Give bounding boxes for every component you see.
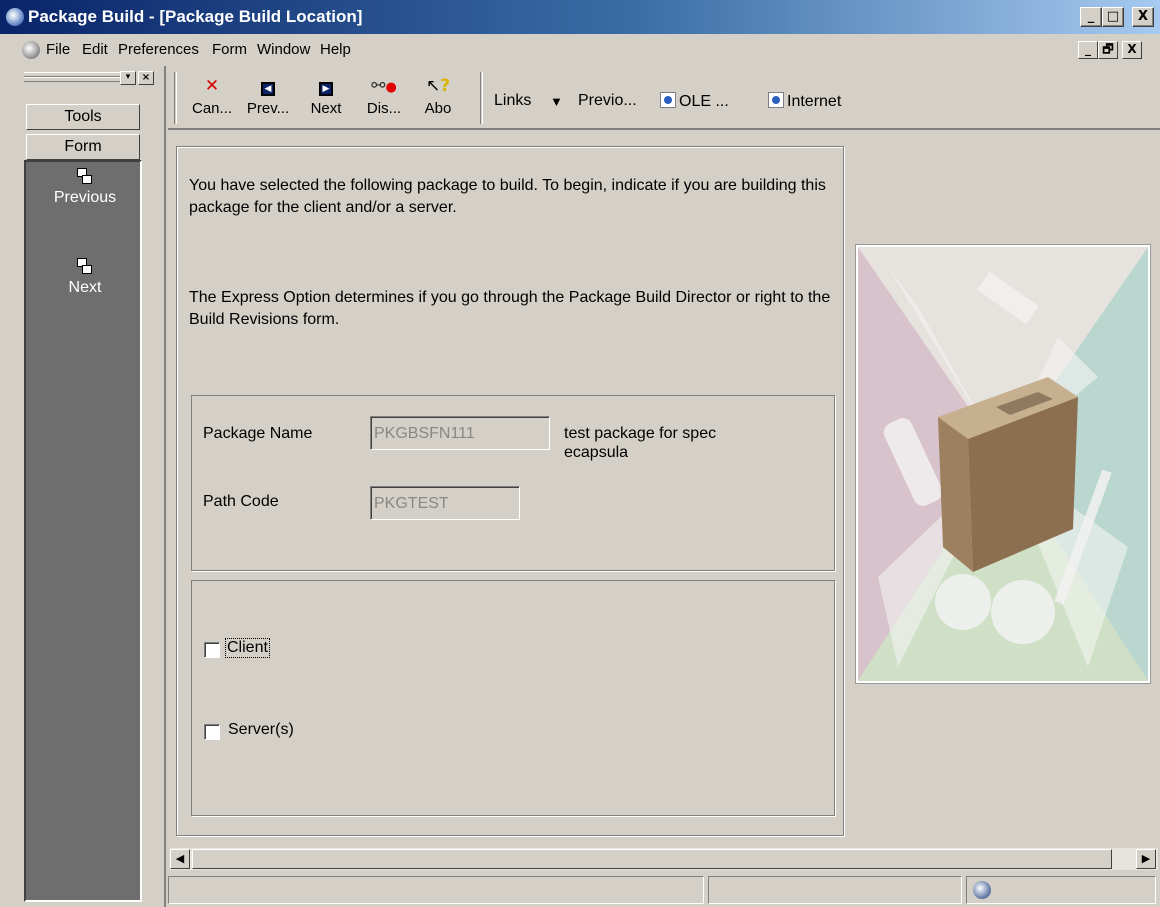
menu-window[interactable]: Window	[257, 41, 310, 58]
links-dropdown-arrow-icon[interactable]: ▼	[550, 94, 563, 109]
status-bar	[168, 872, 1160, 907]
mdi-restore-button[interactable]: 🗗	[1098, 41, 1118, 59]
window-title: Package Build - [Package Build Location]	[28, 7, 363, 26]
pane-close-button[interactable]: ×	[138, 71, 154, 85]
intro-text: You have selected the following package …	[189, 177, 826, 216]
package-name-field[interactable]: PKGBSFN111	[370, 416, 550, 450]
next-button[interactable]: ▶ Next	[296, 76, 356, 117]
client-label: Client	[225, 638, 270, 658]
mdi-minimize-button[interactable]: _	[1078, 41, 1098, 59]
internet-link-label: Internet	[787, 93, 842, 110]
form-button[interactable]: Form	[26, 134, 140, 160]
ole-link[interactable]: OLE ...	[660, 92, 729, 111]
status-panel-main	[168, 876, 704, 904]
about-label: Abo	[424, 100, 452, 117]
mdi-close-button[interactable]: X	[1122, 41, 1142, 59]
package-name-label: Package Name	[203, 425, 313, 442]
previo-link[interactable]: Previo...	[578, 92, 637, 110]
display-label: Dis...	[366, 100, 402, 117]
cancel-label: Can...	[191, 100, 233, 117]
ole-icon	[660, 92, 676, 108]
path-code-label: Path Code	[203, 493, 279, 510]
exit-next-label: Next	[68, 279, 102, 296]
app-globe-icon	[6, 8, 24, 26]
express-text: The Express Option determines if you go …	[189, 289, 831, 328]
system-menu-icon[interactable]	[22, 41, 40, 59]
menu-preferences[interactable]: Preferences	[118, 41, 199, 58]
scroll-right-button[interactable]: ▶	[1136, 849, 1156, 869]
tools-button[interactable]: Tools	[26, 104, 140, 130]
toolbar-grip	[174, 72, 177, 124]
package-info-group: Package Name PKGBSFN111 test package for…	[191, 395, 835, 571]
exit-previous-label: Previous	[53, 189, 117, 206]
previous-button[interactable]: ◀ Prev...	[238, 76, 298, 117]
previous-label: Prev...	[246, 100, 290, 117]
display-button[interactable]: ⚯● Dis...	[354, 76, 414, 117]
next-label: Next	[310, 100, 342, 117]
exit-next[interactable]: Next	[26, 258, 144, 297]
path-code-field[interactable]: PKGTEST	[370, 486, 520, 520]
package-illustration	[856, 245, 1150, 683]
pane-grip-2	[24, 77, 120, 82]
toolbar: ✕ Can... ◀ Prev... ▶ Next ⚯● Dis... ↖? A…	[168, 66, 1160, 130]
status-panel-2	[708, 876, 962, 904]
menu-bar: File Edit Preferences Form Window Help _…	[0, 36, 1160, 64]
horizontal-scrollbar[interactable]: ◀ ▶	[170, 848, 1158, 870]
about-icon: ↖?	[425, 76, 451, 96]
package-description: test package for spec ecapsula	[564, 425, 717, 461]
client-checkbox[interactable]	[204, 642, 220, 658]
pane-dropdown-button[interactable]: ▾	[120, 71, 136, 85]
title-bar: Package Build - [Package Build Location]…	[0, 0, 1160, 34]
cancel-button[interactable]: ✕ Can...	[182, 76, 242, 117]
internet-link[interactable]: Internet	[768, 92, 841, 111]
status-panel-3	[966, 876, 1156, 904]
package-box-image	[858, 247, 1148, 681]
exit-previous[interactable]: Previous	[26, 168, 144, 207]
cancel-icon: ✕	[204, 76, 220, 96]
close-button[interactable]: X	[1132, 7, 1154, 27]
menu-help[interactable]: Help	[320, 41, 351, 58]
server-label: Server(s)	[228, 721, 294, 738]
minimize-button[interactable]: _	[1080, 7, 1102, 27]
server-checkbox[interactable]	[204, 724, 220, 740]
maximize-button[interactable]: □	[1102, 7, 1124, 27]
links-label: Links	[494, 92, 532, 109]
previous-doc-icon	[77, 168, 93, 186]
next-icon: ▶	[296, 76, 356, 98]
status-globe-icon	[973, 881, 991, 899]
build-target-group: Client Server(s)	[191, 580, 835, 816]
ole-link-label: OLE ...	[679, 93, 729, 110]
internet-icon	[768, 92, 784, 108]
form-exits-panel: Previous Next	[24, 160, 142, 902]
menu-file[interactable]: File	[46, 41, 70, 58]
display-icon: ⚯●	[371, 76, 397, 96]
previous-icon: ◀	[238, 76, 298, 98]
form-area: You have selected the following package …	[176, 146, 844, 836]
about-button[interactable]: ↖? Abo	[416, 76, 460, 117]
menu-edit[interactable]: Edit	[82, 41, 108, 58]
menu-form[interactable]: Form	[212, 41, 247, 58]
toolbar-separator	[480, 72, 483, 124]
next-doc-icon	[77, 258, 93, 276]
scroll-left-button[interactable]: ◀	[170, 849, 190, 869]
scroll-thumb[interactable]	[192, 849, 1112, 869]
